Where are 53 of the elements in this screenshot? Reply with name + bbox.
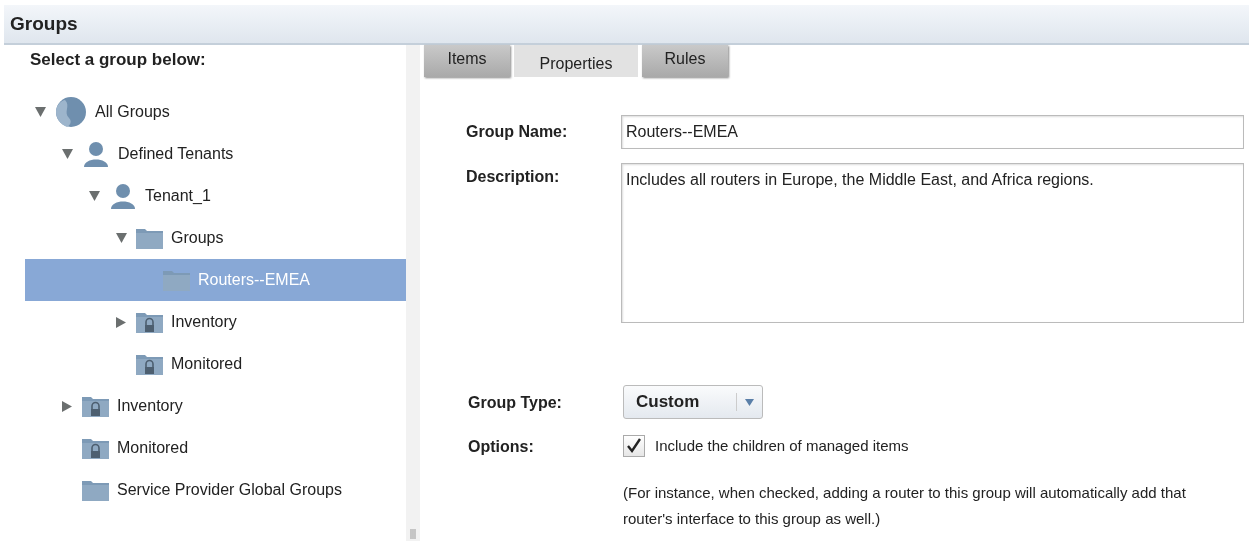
globe-icon: [55, 96, 87, 128]
page-title: Groups: [10, 11, 78, 36]
tree-heading: Select a group below:: [29, 49, 207, 71]
group-name-field[interactable]: Routers--EMEA: [621, 115, 1244, 149]
collapsed-arrow-icon[interactable]: [62, 400, 72, 412]
checkbox-label: Include the children of managed items: [655, 436, 909, 456]
expanded-arrow-icon[interactable]: [115, 233, 127, 243]
tree-item[interactable]: All Groups: [25, 91, 406, 133]
tree-item-label: Defined Tenants: [118, 144, 234, 164]
description-field[interactable]: Includes all routers in Europe, the Middle East, and Africa regions.: [621, 163, 1244, 323]
tab[interactable]: Properties: [514, 45, 638, 77]
field-label: Group Type:: [468, 393, 563, 413]
tree-item-label: Inventory: [117, 396, 183, 416]
tree-item[interactable]: Monitored: [25, 427, 406, 469]
person-icon: [109, 183, 137, 209]
tab[interactable]: Rules: [642, 45, 728, 77]
expanded-arrow-icon[interactable]: [61, 149, 73, 159]
field-label: Description:: [466, 167, 561, 187]
collapsed-arrow-icon[interactable]: [116, 316, 126, 328]
tree-item-label: Service Provider Global Groups: [117, 480, 342, 500]
tree-item[interactable]: Tenant_1: [25, 175, 406, 217]
tree-item-label: Inventory: [171, 312, 237, 332]
checkbox[interactable]: [623, 435, 645, 458]
tree-item-label: Monitored: [171, 354, 243, 374]
tree-item[interactable]: Monitored: [25, 343, 406, 385]
tree-item-label: Routers--EMEA: [198, 270, 311, 290]
expanded-arrow-icon[interactable]: [88, 191, 100, 201]
resize-grip-icon[interactable]: [410, 529, 416, 539]
field-label: Options:: [468, 437, 535, 457]
caret-icon: [745, 398, 754, 406]
tree-item-label: Monitored: [117, 438, 189, 458]
tree-item-label: Tenant_1: [145, 186, 211, 206]
tree-item[interactable]: Inventory: [25, 301, 406, 343]
check-icon: [626, 438, 642, 455]
locked-folder-icon: [82, 395, 109, 417]
tree-item[interactable]: Groups: [25, 217, 406, 259]
locked-folder-icon: [136, 353, 163, 375]
tree-item-label: Groups: [171, 228, 224, 248]
locked-folder-icon: [82, 437, 109, 459]
folder-icon: [136, 227, 163, 249]
tree-item[interactable]: Defined Tenants: [25, 133, 406, 175]
tree-item[interactable]: Service Provider Global Groups: [25, 469, 406, 511]
field-label: Group Name:: [466, 122, 569, 142]
tab[interactable]: Items: [424, 45, 510, 77]
tree-item[interactable]: Inventory: [25, 385, 406, 427]
options-note: (For instance, when checked, adding a router to this group will automatically add that router's interface to this group as well.): [623, 482, 1187, 529]
locked-folder-icon: [136, 311, 163, 333]
folder-icon: [163, 269, 190, 291]
folder-icon: [82, 479, 109, 501]
expanded-arrow-icon[interactable]: [34, 107, 46, 117]
person-icon: [82, 141, 110, 167]
tree-item-label: All Groups: [95, 102, 170, 122]
group-type-dropdown[interactable]: Custom: [623, 385, 763, 419]
